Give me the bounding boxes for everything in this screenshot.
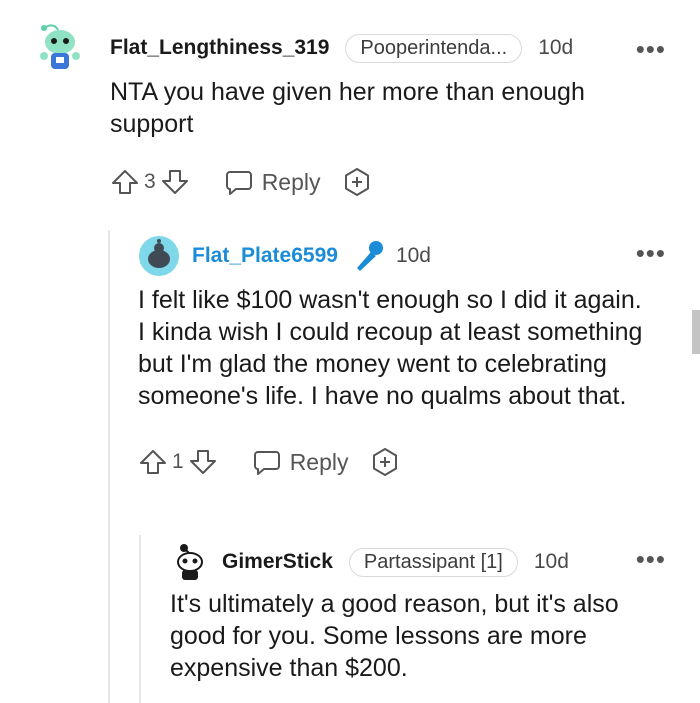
comment-header: Flat_Lengthiness_319 Pooperintenda... 10… [36,24,666,69]
downvote-icon[interactable] [188,447,218,477]
comment-3: GimerStick Partassipant [1] 10d ••• It's… [170,542,666,684]
comment-timestamp: 10d [533,550,569,573]
thread-line-level2 [139,535,141,703]
comment-2: Flat_Plate6599 10d ••• I felt like $100 … [138,236,666,482]
thread-line-level1 [108,230,110,703]
reply-button[interactable]: Reply [224,167,321,197]
comment-bubble-icon [253,451,280,475]
comment-body: It's ultimately a good reason, but it's … [170,590,619,682]
comment-header: Flat_Plate6599 10d ••• [138,236,666,276]
vote-count: 3 [144,170,156,193]
comment-header: GimerStick Partassipant [1] 10d ••• [170,542,666,582]
reply-label: Reply [289,448,349,475]
reply-button[interactable]: Reply [252,447,349,477]
more-options-button[interactable]: ••• [636,34,666,65]
snoo-avatar-icon[interactable] [36,20,84,76]
microphone-icon [352,239,384,273]
more-options-button[interactable]: ••• [636,544,666,575]
scrollbar-thumb[interactable] [692,310,700,354]
downvote-icon[interactable] [160,167,190,197]
vote-count: 1 [172,450,184,473]
award-button[interactable] [341,166,373,198]
comment-actions: 1 Reply [138,442,666,482]
username[interactable]: Flat_Plate6599 [192,244,338,268]
username[interactable]: Flat_Lengthiness_319 [110,36,329,60]
reply-label: Reply [261,168,321,195]
comment-timestamp: 10d [538,36,574,59]
award-button[interactable] [369,446,401,478]
comment-bubble-icon [225,171,252,195]
comment-body: NTA you have given her more than enough … [110,78,585,138]
comment-body: I felt like $100 wasn't enough so I did … [138,286,643,410]
user-flair: Pooperintenda... [345,33,523,63]
comment-actions: 3 Reply [110,162,666,202]
award-plus-icon [372,448,397,476]
more-options-button[interactable]: ••• [636,238,666,269]
upvote-icon[interactable] [110,167,140,197]
user-flair: Partassipant [1] [348,547,518,577]
comment-timestamp: 10d [395,244,431,267]
snoo-avatar-icon[interactable] [170,542,210,582]
award-plus-icon [344,168,369,196]
comment-1: Flat_Lengthiness_319 Pooperintenda... 10… [36,24,666,202]
upvote-icon[interactable] [138,447,168,477]
username[interactable]: GimerStick [222,550,333,574]
snoo-avatar-icon[interactable] [138,235,180,277]
